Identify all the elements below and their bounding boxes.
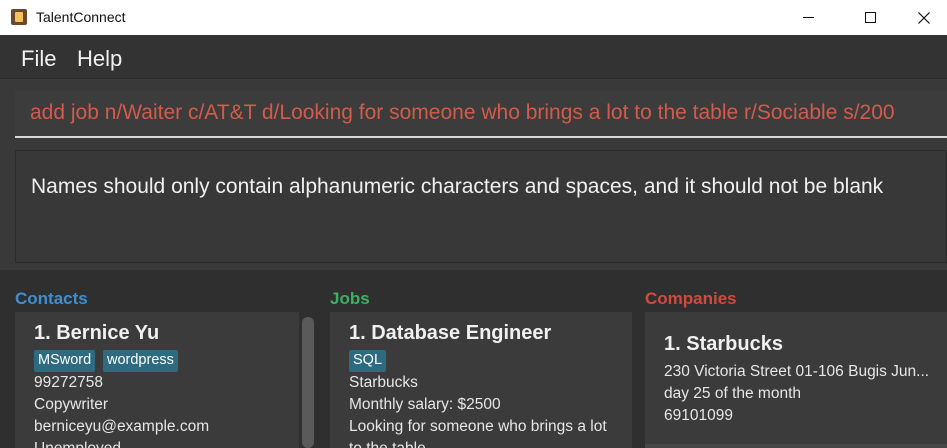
contact-tag: MSword	[34, 350, 96, 372]
job-salary: Monthly salary: $2500	[349, 396, 501, 413]
maximize-icon	[864, 12, 876, 23]
contact-status: Unemployed	[34, 440, 121, 448]
job-card[interactable]: 1. Database Engineer SQL Starbucks Month…	[330, 312, 632, 448]
company-name: 1. Starbucks	[664, 333, 783, 355]
menu-file[interactable]: File	[21, 46, 56, 72]
minimize-icon	[802, 17, 814, 18]
minimize-button[interactable]	[785, 0, 831, 35]
job-tag: SQL	[349, 350, 387, 372]
menu-help[interactable]: Help	[77, 46, 122, 72]
job-title: 1. Database Engineer	[349, 322, 552, 344]
list-panels: Contacts Jobs Companies 1. Bernice Yu MS…	[0, 270, 947, 448]
command-input[interactable]: add job n/Waiter c/AT&T d/Looking for so…	[15, 90, 947, 138]
job-company: Starbucks	[349, 374, 418, 391]
command-area: add job n/Waiter c/AT&T d/Looking for so…	[0, 80, 947, 142]
title-bar: TalentConnect	[0, 0, 947, 35]
job-description-continued: to the table	[349, 440, 426, 448]
contacts-scrollbar[interactable]	[302, 317, 314, 448]
companies-panel-title: Companies	[645, 289, 737, 308]
contact-email: berniceyu@example.com	[34, 418, 210, 435]
close-button[interactable]	[901, 0, 947, 35]
contact-role: Copywriter	[34, 396, 109, 413]
window-title: TalentConnect	[36, 9, 126, 25]
job-description: Looking for someone who brings a lot	[349, 418, 607, 435]
company-card[interactable]: 1. Starbucks 230 Victoria Street 01-106 …	[645, 312, 947, 444]
company-address: 230 Victoria Street 01-106 Bugis Jun...	[664, 363, 930, 380]
maximize-button[interactable]	[847, 0, 893, 35]
contact-tag: wordpress	[103, 350, 178, 372]
result-message: Names should only contain alphanumeric c…	[31, 175, 884, 198]
result-area: Names should only contain alphanumeric c…	[0, 142, 947, 270]
company-card-next[interactable]	[645, 444, 947, 448]
app-icon	[11, 9, 27, 25]
contact-phone: 99272758	[34, 374, 103, 391]
company-phone: 69101099	[664, 407, 733, 424]
result-display[interactable]: Names should only contain alphanumeric c…	[15, 150, 947, 263]
contact-name: 1. Bernice Yu	[34, 322, 160, 344]
jobs-panel-title: Jobs	[330, 289, 370, 308]
contacts-panel-title: Contacts	[15, 289, 88, 308]
close-icon	[918, 11, 930, 24]
company-billing: day 25 of the month	[664, 385, 802, 402]
menu-bar: File Help	[0, 35, 947, 79]
command-input-text: add job n/Waiter c/AT&T d/Looking for so…	[30, 101, 895, 124]
contact-card[interactable]: 1. Bernice Yu MSword wordpress 99272758 …	[15, 312, 299, 448]
